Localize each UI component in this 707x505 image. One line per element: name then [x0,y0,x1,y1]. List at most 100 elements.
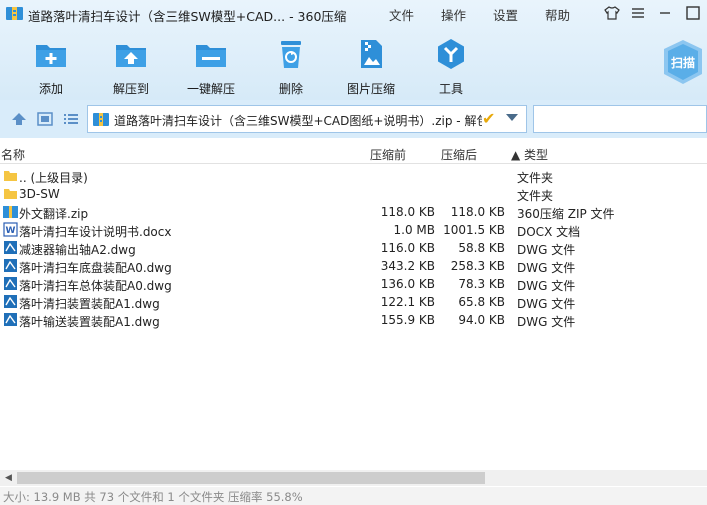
file-type: DWG 文件 [517,297,576,311]
folder-icon [4,171,17,181]
menu-operation[interactable]: 操作 [441,5,466,24]
up-arrow-icon[interactable] [11,112,27,126]
dwg-file-icon [4,241,17,254]
folder-icon [4,189,17,199]
address-bar: 道路落叶清扫车设计（含三维SW模型+CAD图纸+说明书）.zip - 解包 ✔ [0,100,707,138]
one-click-extract-button[interactable]: 一键解压 [176,34,246,96]
image-compress-label: 图片压缩 [346,82,395,96]
table-row[interactable]: 落叶清扫装置装配A1.dwg 122.1 KB 65.8 KB DWG 文件 [0,293,707,311]
scan-button[interactable]: 扫描 [661,38,705,86]
word-document-icon: W [3,222,18,237]
file-packed-size: 1.0 MB [393,223,435,237]
file-type: 360压缩 ZIP 文件 [517,207,615,221]
skin-icon[interactable] [603,4,621,22]
file-type: 文件夹 [517,171,554,185]
file-name: .. (上级目录) [19,171,88,185]
list-view-icon[interactable] [63,112,79,126]
scrollbar-thumb[interactable] [17,472,485,484]
file-name: 落叶清扫车设计说明书.docx [19,225,172,239]
search-input[interactable] [533,105,707,133]
column-unpacked[interactable]: 压缩后 [441,146,477,163]
delete-icon [281,41,301,68]
file-name: 落叶输送装置装配A1.dwg [19,315,160,329]
file-name: 落叶清扫装置装配A1.dwg [19,297,160,311]
file-name: 减速器输出轴A2.dwg [19,243,136,257]
menu-help[interactable]: 帮助 [545,5,570,24]
file-unpacked-size: 258.3 KB [450,259,505,273]
table-row[interactable]: .. (上级目录) 文件夹 [0,167,707,185]
column-header: 名称 压缩前 压缩后 ▲ 类型 [0,142,707,164]
thumbnail-view-icon[interactable] [37,112,53,126]
status-text: 大小: 13.9 MB 共 73 个文件和 1 个文件夹 压缩率 55.8% [3,490,303,504]
file-packed-size: 136.0 KB [380,277,435,291]
file-packed-size: 155.9 KB [380,313,435,327]
column-type[interactable]: ▲ 类型 [511,146,548,163]
tools-label: 工具 [438,82,463,96]
add-label: 添加 [38,82,63,96]
one-click-extract-icon [196,45,226,67]
minimize-icon[interactable] [656,4,674,22]
file-name: 落叶清扫车底盘装配A0.dwg [19,261,172,275]
file-unpacked-size: 118.0 KB [450,205,505,219]
path-field[interactable]: 道路落叶清扫车设计（含三维SW模型+CAD图纸+说明书）.zip - 解包 ✔ [87,105,527,133]
file-type: DWG 文件 [517,243,576,257]
menu-file[interactable]: 文件 [389,5,414,24]
file-type: DOCX 文档 [517,225,581,239]
window-title: 道路落叶清扫车设计（含三维SW模型+CAD... - 360压缩 [28,9,347,24]
file-packed-size: 343.2 KB [380,259,435,273]
status-bar: 大小: 13.9 MB 共 73 个文件和 1 个文件夹 压缩率 55.8% [0,487,707,505]
file-type: DWG 文件 [517,261,576,275]
delete-button[interactable]: 删除 [256,34,326,96]
toolbar: 添加 解压到 一键解压 删除 图片压缩 工具 [0,34,707,98]
table-row[interactable]: 落叶输送装置装配A1.dwg 155.9 KB 94.0 KB DWG 文件 [0,311,707,329]
tools-icon [438,39,464,69]
image-compress-icon [361,40,382,68]
table-row[interactable]: 3D-SW 文件夹 [0,185,707,203]
close-icon[interactable] [684,4,702,22]
file-unpacked-size: 78.3 KB [458,277,505,291]
svg-text:W: W [6,226,16,236]
horizontal-scrollbar[interactable]: ◀ [0,470,707,486]
menu-icon[interactable] [629,4,647,22]
extract-to-button[interactable]: 解压到 [96,34,166,96]
scan-label: 扫描 [670,56,695,70]
dwg-file-icon [4,313,17,326]
app-logo-icon [6,7,23,20]
menu-settings[interactable]: 设置 [493,5,518,24]
dwg-file-icon [4,277,17,290]
extract-to-icon [116,45,146,67]
file-packed-size: 118.0 KB [380,205,435,219]
file-unpacked-size: 94.0 KB [458,313,505,327]
table-row[interactable]: 减速器输出轴A2.dwg 116.0 KB 58.8 KB DWG 文件 [0,239,707,257]
one-click-extract-label: 一键解压 [186,82,235,96]
image-compress-button[interactable]: 图片压缩 [336,34,406,96]
table-row[interactable]: W 落叶清扫车设计说明书.docx 1.0 MB 1001.5 KB DOCX … [0,221,707,239]
file-unpacked-size: 1001.5 KB [443,223,505,237]
file-name: 3D-SW [19,187,60,201]
file-type: DWG 文件 [517,279,576,293]
file-name: 落叶清扫车总体装配A0.dwg [19,279,172,293]
column-packed[interactable]: 压缩前 [370,146,406,163]
zip-file-icon [3,206,18,218]
table-row[interactable]: 外文翻译.zip 118.0 KB 118.0 KB 360压缩 ZIP 文件 [0,203,707,221]
add-button[interactable]: 添加 [16,34,86,96]
extract-to-label: 解压到 [112,82,149,96]
file-type: 文件夹 [517,189,554,203]
table-row[interactable]: 落叶清扫车底盘装配A0.dwg 343.2 KB 258.3 KB DWG 文件 [0,257,707,275]
chevron-down-icon[interactable] [506,114,518,121]
table-row[interactable]: 落叶清扫车总体装配A0.dwg 136.0 KB 78.3 KB DWG 文件 [0,275,707,293]
dwg-file-icon [4,295,17,308]
add-icon [36,45,66,67]
file-unpacked-size: 65.8 KB [458,295,505,309]
file-unpacked-size: 58.8 KB [458,241,505,255]
path-text: 道路落叶清扫车设计（含三维SW模型+CAD图纸+说明书）.zip - 解包 [114,114,482,128]
column-name[interactable]: 名称 [1,146,25,163]
dwg-file-icon [4,259,17,272]
tools-button[interactable]: 工具 [416,34,486,96]
zip-archive-icon [93,113,109,126]
title-bar: 道路落叶清扫车设计（含三维SW模型+CAD... - 360压缩 文件 操作 设… [0,0,707,28]
file-name: 外文翻译.zip [19,207,89,221]
file-list: .. (上级目录) 文件夹 3D-SW 文件夹 外文翻译.zip 118.0 K… [0,167,707,329]
scroll-left-icon[interactable]: ◀ [5,473,12,483]
checkmark-icon: ✔ [482,109,496,128]
